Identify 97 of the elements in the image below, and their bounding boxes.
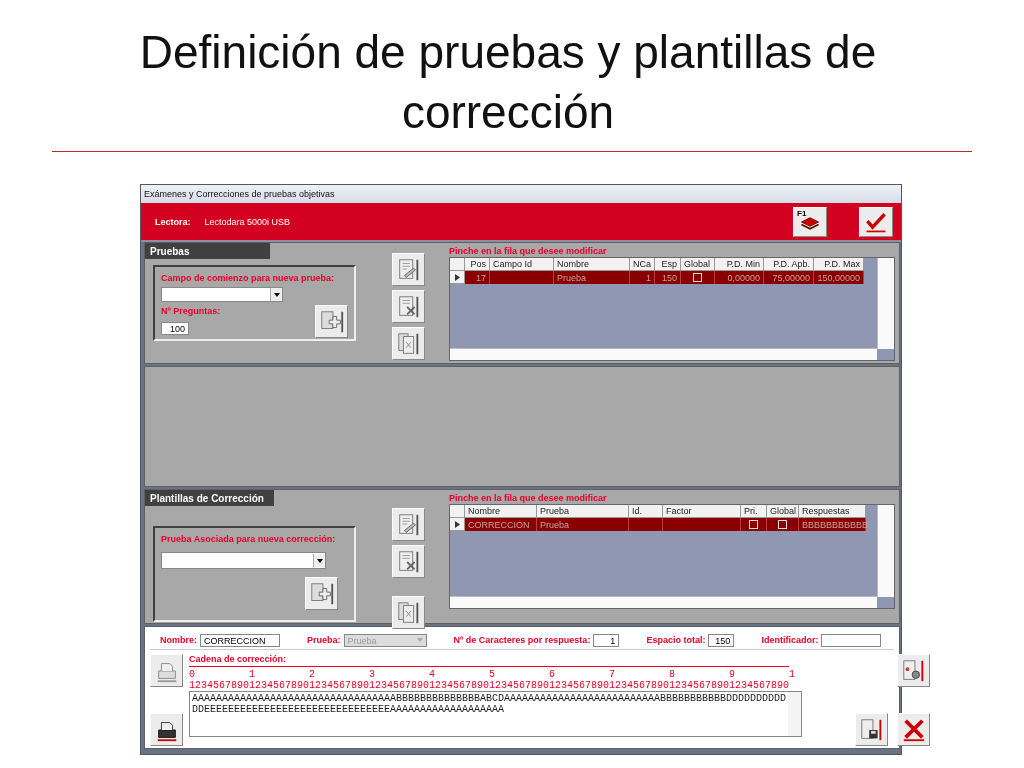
ruler-number: 5 bbox=[489, 669, 496, 680]
horizontal-scrollbar[interactable] bbox=[450, 596, 877, 608]
column-header[interactable]: Campo Id bbox=[490, 258, 554, 271]
input-field[interactable] bbox=[821, 633, 882, 647]
column-header[interactable]: Prueba bbox=[537, 505, 629, 518]
input-field[interactable]: CORRECCION bbox=[200, 633, 280, 647]
window-title: Exámenes y Correcciones de pruebas objetivas bbox=[141, 185, 901, 203]
print-button[interactable] bbox=[150, 713, 183, 746]
copy-button[interactable] bbox=[392, 327, 425, 360]
horizontal-scrollbar[interactable] bbox=[450, 348, 877, 360]
column-header[interactable]: Nombre bbox=[465, 505, 537, 518]
row-header[interactable] bbox=[450, 518, 465, 531]
table-cell: 150,00000 bbox=[814, 271, 864, 284]
column-header[interactable]: Global bbox=[767, 505, 799, 518]
help-button[interactable]: F1 bbox=[793, 206, 827, 237]
add-button[interactable] bbox=[315, 305, 348, 338]
table-cell: 0,00000 bbox=[715, 271, 764, 284]
table-cell: Prueba bbox=[554, 271, 630, 284]
slide-title: Definición de pruebas y plantillas de corrección bbox=[138, 25, 878, 140]
dropdown[interactable] bbox=[161, 287, 283, 302]
column-header[interactable]: P.D. Apb. bbox=[764, 258, 814, 271]
row-pointer-icon bbox=[454, 520, 460, 528]
ruler-number: 1 bbox=[249, 669, 256, 680]
table-cell: Prueba bbox=[537, 518, 629, 531]
grid-hint: Pinche en la fila que desee modificar bbox=[449, 492, 608, 504]
delete-button[interactable] bbox=[392, 545, 425, 578]
column-header[interactable]: Global bbox=[681, 258, 715, 271]
field-label: Campo de comienzo para nueva prueba: bbox=[161, 273, 336, 283]
document-plus-icon bbox=[308, 580, 335, 607]
column-header[interactable]: P.D. Min bbox=[715, 258, 764, 271]
answer-string-field[interactable]: AAAAAAAAAAAAAAAAAAAAAAAAAAAAAAAAAABBBBBBBBBBBBBBABCDAAAAAAAAAAAAAAAAAAAAAAAAAABBBBBBBBBBBDDDDDDDDDD DDEEEEEEEEEEEEEEEEEEEEEEEEEEEEEEEAAAAAAAAAAAAAAAAAAA bbox=[189, 691, 802, 737]
input-field[interactable]: 150 bbox=[708, 633, 735, 647]
table-cell bbox=[490, 271, 554, 284]
field-label: Prueba: bbox=[307, 635, 341, 645]
grid-row[interactable]: 17 Prueba 1 150 0,00000 75,00000 150,00000 bbox=[450, 271, 877, 284]
table-cell bbox=[629, 518, 663, 531]
column-header[interactable]: Esp bbox=[655, 258, 681, 271]
vertical-scrollbar[interactable] bbox=[877, 258, 894, 349]
ruler-number: 8 bbox=[669, 669, 676, 680]
caret-icon bbox=[316, 558, 323, 563]
field-label: Identificador: bbox=[761, 635, 819, 645]
add-button[interactable] bbox=[305, 577, 338, 610]
section-title: Pruebas bbox=[145, 243, 270, 259]
ruler-number: 4 bbox=[429, 669, 436, 680]
table-cell: CORRECCION bbox=[465, 518, 537, 531]
accept-button[interactable] bbox=[859, 206, 893, 237]
column-header[interactable]: NCa bbox=[630, 258, 655, 271]
field-label: Nº de Caracteres por respuesta: bbox=[453, 635, 591, 645]
grid-hint: Pinche en la fila que desee modificar bbox=[449, 245, 608, 257]
reader-name: Lectodara 5000i USB bbox=[204, 216, 291, 227]
table-cell: 1 bbox=[630, 271, 655, 284]
ruler-number: 9 bbox=[729, 669, 736, 680]
ruler-digits: 1234567890123456789012345678901234567890123456789012345678901234567890123456789012345678901234567890 bbox=[189, 680, 791, 691]
column-header[interactable]: Nombre bbox=[554, 258, 630, 271]
edit-button[interactable] bbox=[392, 508, 425, 541]
document-plus-icon bbox=[318, 308, 345, 335]
table-cell: 75,00000 bbox=[764, 271, 814, 284]
field-label: Prueba Asociada para nueva corrección: bbox=[161, 534, 337, 544]
dropdown[interactable] bbox=[161, 552, 326, 569]
checkbox[interactable] bbox=[693, 273, 702, 282]
field-label: Nº Preguntas: bbox=[161, 306, 221, 316]
column-header[interactable]: Factor bbox=[663, 505, 741, 518]
edit-button[interactable] bbox=[392, 253, 425, 286]
column-header[interactable]: Pri. bbox=[741, 505, 767, 518]
ruler-number: 2 bbox=[309, 669, 316, 680]
caret-icon bbox=[273, 292, 280, 297]
ruler-number: 6 bbox=[549, 669, 556, 680]
grid-corner bbox=[450, 258, 465, 271]
column-header[interactable]: Pos bbox=[465, 258, 490, 271]
field-label: Cadena de corrección: bbox=[189, 654, 288, 664]
table-cell: 150 bbox=[655, 271, 681, 284]
grid-corner bbox=[450, 505, 465, 518]
field-label: Espacio total: bbox=[646, 635, 706, 645]
vertical-scrollbar[interactable] bbox=[877, 505, 894, 597]
row-pointer-icon bbox=[454, 273, 460, 281]
copy-button[interactable] bbox=[392, 596, 425, 629]
ruler-number: 7 bbox=[609, 669, 616, 680]
column-header[interactable]: P.D. Max bbox=[814, 258, 864, 271]
close-button[interactable] bbox=[897, 713, 930, 746]
checkbox[interactable] bbox=[778, 520, 787, 529]
save-button[interactable] bbox=[855, 713, 888, 746]
table-cell: 17 bbox=[465, 271, 490, 284]
questions-field[interactable]: 100 bbox=[161, 322, 189, 335]
delete-button[interactable] bbox=[392, 290, 425, 323]
settings-button[interactable] bbox=[897, 654, 930, 687]
column-header[interactable]: Respuestas bbox=[799, 505, 866, 518]
row-header[interactable] bbox=[450, 271, 465, 284]
ruler-number: 1 bbox=[789, 669, 796, 680]
reader-label: Lectora: bbox=[155, 216, 191, 227]
ruler-number: 0 bbox=[189, 669, 196, 680]
section-title: Plantillas de Corrección bbox=[145, 490, 274, 506]
checkbox[interactable] bbox=[749, 520, 758, 529]
column-header[interactable]: Id. bbox=[629, 505, 663, 518]
field-label: Nombre: bbox=[160, 635, 197, 645]
input-field[interactable]: 1 bbox=[593, 633, 620, 647]
ruler-number: 3 bbox=[369, 669, 376, 680]
caret-icon bbox=[416, 638, 423, 642]
